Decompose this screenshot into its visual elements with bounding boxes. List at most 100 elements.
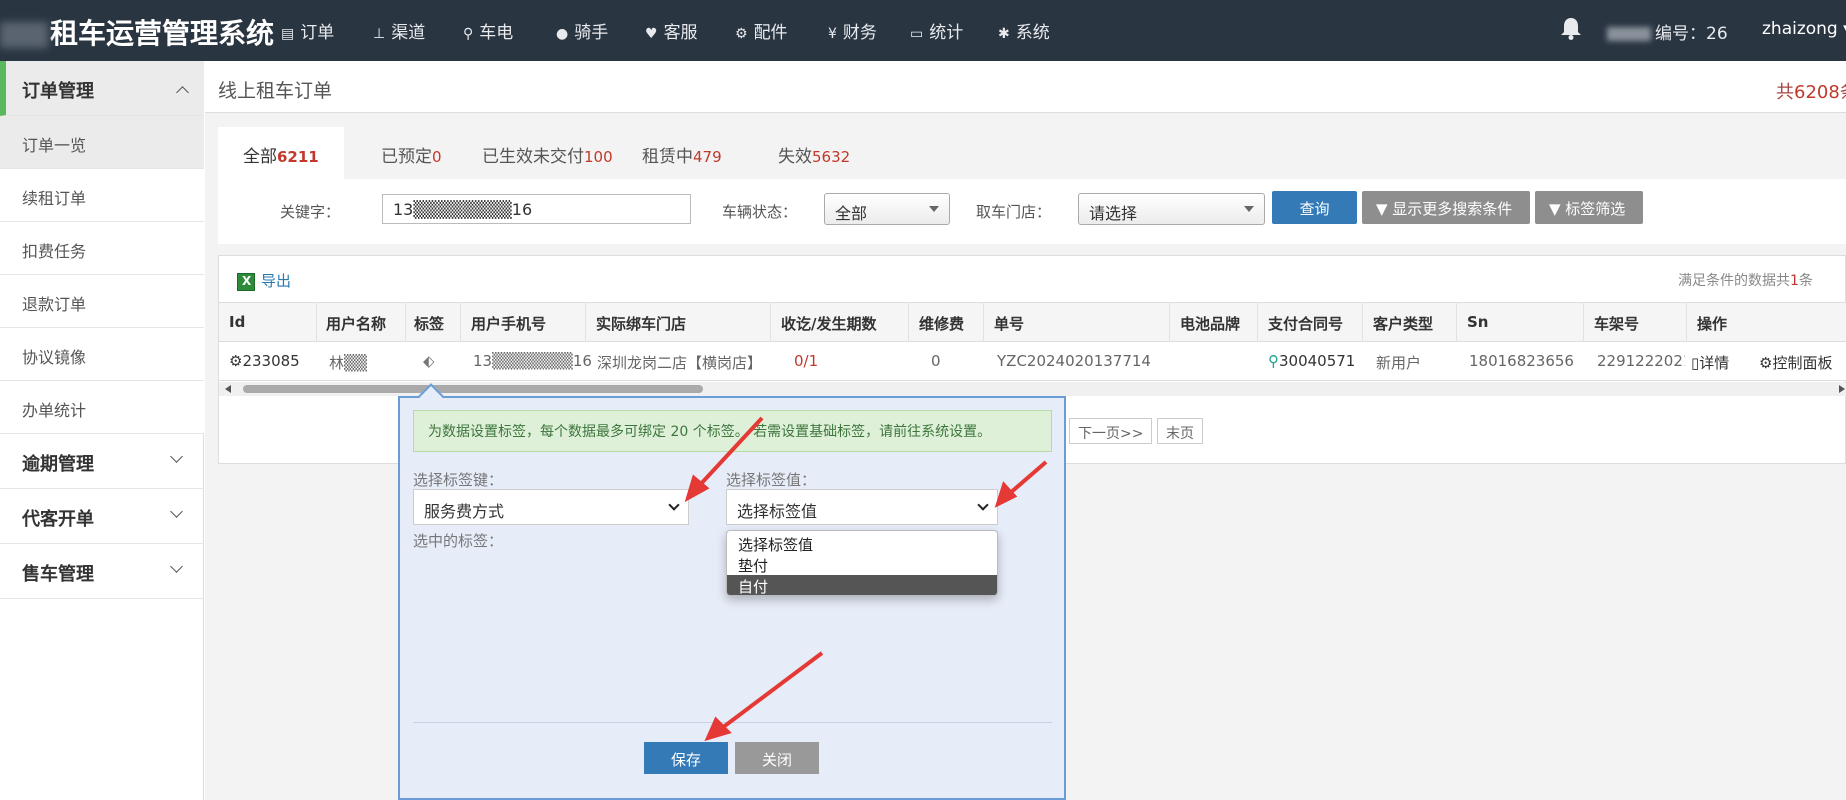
sidebar-group-label: 代客开单 <box>22 509 94 530</box>
app-brand[interactable]: 租车运营管理系统 <box>0 12 274 52</box>
tab-all[interactable]: 全部6211 <box>218 127 344 179</box>
query-button[interactable]: 查询 <box>1272 191 1357 224</box>
sidebar-item-label: 协议镜像 <box>22 348 87 367</box>
col-periods[interactable]: 收讫/发生期数 <box>781 313 876 334</box>
nav-finance[interactable]: ¥ 财务 <box>828 18 877 43</box>
nav-service[interactable]: ♥ 客服 <box>645 18 698 43</box>
nav-stats[interactable]: ▭ 统计 <box>910 18 963 43</box>
total-count: 共6208条 <box>1776 78 1846 104</box>
tab-renting[interactable]: 租赁中479 <box>642 127 722 179</box>
cell-contract-no[interactable]: ⚲30040571 <box>1268 352 1355 370</box>
col-order-no[interactable]: 单号 <box>994 313 1024 334</box>
export-button[interactable]: 导出 <box>237 270 291 291</box>
tab-count: 6211 <box>277 148 319 166</box>
pickup-store-label: 取车门店： <box>976 203 1052 221</box>
nav-system[interactable]: ✱ 系统 <box>998 18 1050 43</box>
vehicle-status-select[interactable]: 全部 <box>824 193 950 225</box>
tab-effective[interactable]: 已生效未交付100 <box>482 127 613 179</box>
option-self-paid[interactable]: 自付 <box>727 575 997 595</box>
option-prepaid[interactable]: 垫付 <box>727 554 997 575</box>
col-tags[interactable]: 标签 <box>414 313 444 334</box>
cell-sn: 18016823656 <box>1469 352 1574 370</box>
keyword-label: 关键字： <box>280 203 341 221</box>
option-placeholder[interactable]: 选择标签值 <box>727 533 997 554</box>
select-value: 服务费方式 <box>424 502 505 521</box>
sidebar-item-deduction[interactable]: 扣费任务 <box>0 222 204 275</box>
col-contract-no[interactable]: 支付合同号 <box>1268 313 1343 334</box>
chevron-up-icon <box>176 86 189 99</box>
gear-icon: ✱ <box>998 26 1010 42</box>
nav-orders[interactable]: ▤ 订单 <box>281 18 334 43</box>
sidebar-group-label: 逾期管理 <box>22 454 94 475</box>
count-suffix: 条 <box>1798 273 1813 289</box>
caret-down-icon <box>1244 206 1254 212</box>
scroll-left-arrow-icon[interactable] <box>225 385 231 393</box>
cell-order-no: YZC2024020137714 <box>997 352 1151 370</box>
search-bar: 关键字： 13▒▒▒▒▒▒▒▒16 车辆状态： 全部 取车门店： 请选择 查询 … <box>218 179 1846 244</box>
tag-key-select[interactable]: 服务费方式 <box>413 489 689 525</box>
sidebar-item-renewal[interactable]: 续租订单 <box>0 169 204 222</box>
total-value: 6208 <box>1794 82 1840 103</box>
table-row[interactable]: ⚙233085 林▒▒ ⬖ 13▒▒▒▒▒▒▒16 深圳龙岗二店【横岗店】 0/… <box>219 342 1846 381</box>
total-suffix: 条 <box>1840 82 1846 103</box>
col-frame-no[interactable]: 车架号 <box>1594 313 1639 334</box>
sidebar-item-agreement[interactable]: 协议镜像 <box>0 328 204 381</box>
popup-divider <box>413 722 1052 723</box>
cell-periods: 0/1 <box>794 352 819 370</box>
nav-channels[interactable]: ⊥ 渠道 <box>373 18 425 43</box>
tab-count: 479 <box>693 148 722 166</box>
last-page-button[interactable]: 末页 <box>1157 418 1203 444</box>
select-value: 全部 <box>835 204 868 223</box>
tab-reserved[interactable]: 已预定0 <box>381 127 442 179</box>
brand-logo-blurred <box>0 22 48 48</box>
save-button[interactable]: 保存 <box>644 742 728 774</box>
user-code-label: 编号：26 <box>1655 24 1728 44</box>
nav-riders[interactable]: ● 骑手 <box>556 18 608 43</box>
tag-filter-button[interactable]: ▼ 标签筛选 <box>1535 191 1643 224</box>
keyword-input[interactable]: 13▒▒▒▒▒▒▒▒16 <box>382 194 691 224</box>
tab-invalid[interactable]: 失效5632 <box>778 127 850 179</box>
col-phone[interactable]: 用户手机号 <box>471 313 546 334</box>
col-repair-fee[interactable]: 维修费 <box>919 313 964 334</box>
scroll-right-arrow-icon[interactable] <box>1839 385 1845 393</box>
cell-store: 深圳龙岗二店【横岗店】 <box>597 354 763 372</box>
excel-icon <box>237 272 255 291</box>
sidebar-group-proxy[interactable]: 代客开单 <box>0 489 204 544</box>
col-customer-type[interactable]: 客户类型 <box>1373 313 1433 334</box>
chevron-down-icon <box>170 505 183 518</box>
tag-icon[interactable]: ⬖ <box>423 352 435 370</box>
more-conditions-button[interactable]: ▼ 显示更多搜索条件 <box>1362 191 1530 224</box>
nav-parts[interactable]: ⚙ 配件 <box>735 18 788 43</box>
col-store[interactable]: 实际绑车门店 <box>596 313 686 334</box>
sidebar-group-overdue[interactable]: 逾期管理 <box>0 434 204 489</box>
sidebar-item-refund[interactable]: 退款订单 <box>0 275 204 328</box>
col-id[interactable]: Id <box>229 313 245 331</box>
chevron-down-icon <box>170 450 183 463</box>
scrollbar-thumb[interactable] <box>243 385 703 393</box>
bell-icon[interactable] <box>1560 16 1582 40</box>
col-sn[interactable]: Sn <box>1467 313 1488 331</box>
tab-label: 已生效未交付 <box>482 147 584 167</box>
gears-icon: ⚙ <box>1759 354 1773 372</box>
tab-count: 5632 <box>812 148 851 166</box>
caret-down-icon <box>929 206 939 212</box>
sidebar-group-sales[interactable]: 售车管理 <box>0 544 204 599</box>
col-user-name[interactable]: 用户名称 <box>326 313 386 334</box>
gears-icon: ⚙ <box>735 26 748 42</box>
sidebar-item-stats[interactable]: 办单统计 <box>0 381 204 434</box>
detail-link[interactable]: ▯详情 <box>1691 352 1729 373</box>
close-button[interactable]: 关闭 <box>735 742 819 774</box>
user-menu[interactable]: zhaizong ▾ <box>1762 19 1846 39</box>
col-battery-brand[interactable]: 电池品牌 <box>1180 313 1240 334</box>
tag-value-select[interactable]: 选择标签值 <box>726 489 998 525</box>
tag-value-dropdown: 选择标签值 垫付 自付 <box>726 530 998 596</box>
control-panel-link[interactable]: ⚙控制面板 <box>1759 352 1832 373</box>
sidebar-item-order-list[interactable]: 订单一览 <box>0 116 204 169</box>
next-page-button[interactable]: 下一页>> <box>1069 418 1153 444</box>
horizontal-scrollbar[interactable] <box>219 382 1846 396</box>
cell-id[interactable]: ⚙233085 <box>229 352 300 370</box>
tab-label: 租赁中 <box>642 147 693 167</box>
sidebar-group-orders[interactable]: 订单管理 <box>0 61 204 116</box>
pickup-store-select[interactable]: 请选择 <box>1078 193 1265 225</box>
nav-vehicles[interactable]: ⚲ 车电 <box>463 18 513 43</box>
